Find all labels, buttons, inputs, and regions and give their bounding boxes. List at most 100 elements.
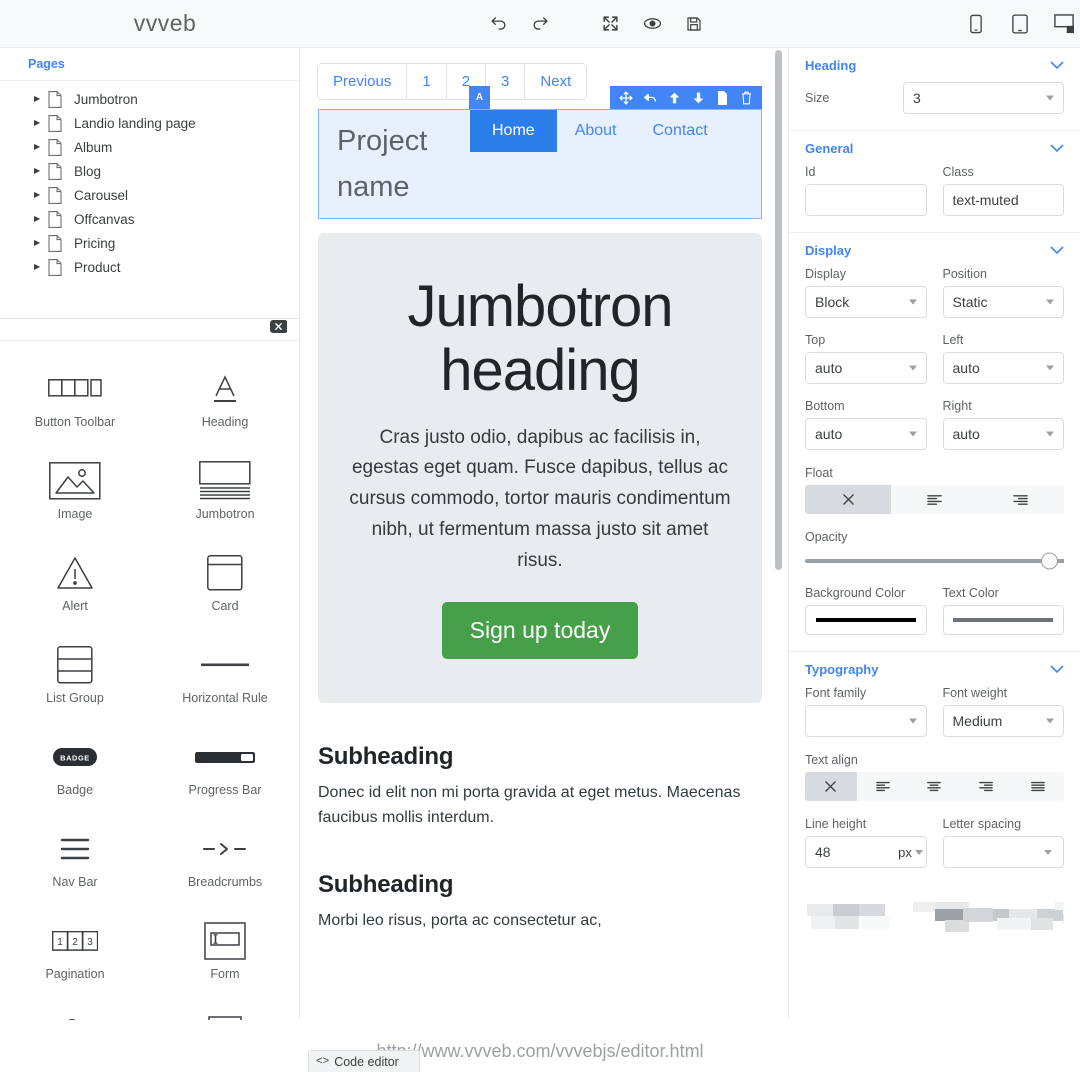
jumbotron-heading[interactable]: Jumbotron heading [348, 275, 732, 403]
text-align-none-icon[interactable] [805, 772, 857, 801]
font-weight-select[interactable]: Medium [942, 705, 1064, 737]
font-family-select[interactable] [805, 705, 927, 737]
copy-icon[interactable] [710, 86, 734, 109]
component-item-heading[interactable]: Heading [150, 355, 300, 447]
float-left-icon[interactable] [891, 485, 977, 514]
bottom-select[interactable]: auto [805, 418, 927, 450]
component-item-button-toolbar[interactable]: Button Toolbar [0, 355, 150, 447]
align-right-icon[interactable] [960, 772, 1012, 801]
text-color-swatch[interactable] [942, 605, 1064, 635]
expand-caret-icon[interactable]: ▶ [34, 143, 48, 151]
subheading-title[interactable]: Subheading [318, 743, 762, 771]
expand-icon[interactable] [592, 8, 628, 40]
align-left-icon[interactable] [857, 772, 909, 801]
pagination-link[interactable]: 1 [407, 64, 447, 99]
display-select[interactable]: Block [805, 286, 927, 318]
subheading-text[interactable]: Morbi leo risus, porta ac consectetur ac… [318, 909, 762, 934]
component-item-badge[interactable]: BADGE Badge [0, 723, 150, 815]
background-color-swatch[interactable] [805, 605, 927, 635]
navbar-link-home[interactable]: Home [470, 110, 557, 152]
pagination-component[interactable]: Previous 1 2 3 Next [318, 64, 587, 99]
delete-icon[interactable] [734, 86, 758, 109]
page-tree-item[interactable]: ▶ Landio landing page [0, 111, 299, 135]
save-icon[interactable] [676, 8, 712, 40]
component-item-progress-bar[interactable]: Progress Bar [150, 723, 300, 815]
page-tree-item[interactable]: ▶ Product [0, 255, 299, 279]
page-tree-item[interactable]: ▶ Offcanvas [0, 207, 299, 231]
page-tree-item[interactable]: ▶ Pricing [0, 231, 299, 255]
component-item-pagination[interactable]: 1 2 3 Pagination [0, 907, 150, 999]
right-select[interactable]: auto [942, 418, 1064, 450]
component-item-jumbotron[interactable]: Jumbotron [150, 447, 300, 539]
top-select[interactable]: auto [805, 352, 927, 384]
expand-caret-icon[interactable]: ▶ [34, 95, 48, 103]
undo-icon[interactable] [480, 8, 516, 40]
navbar-link-about[interactable]: About [557, 110, 635, 152]
component-item-image[interactable]: Image [0, 447, 150, 539]
tablet-icon[interactable] [1002, 8, 1038, 40]
move-down-icon[interactable] [686, 86, 710, 109]
page-tree-item[interactable]: ▶ Carousel [0, 183, 299, 207]
expand-caret-icon[interactable]: ▶ [34, 263, 48, 271]
move-icon[interactable] [614, 86, 638, 109]
chevron-down-icon[interactable] [1050, 662, 1064, 677]
line-height-input[interactable] [805, 836, 896, 868]
id-field[interactable] [805, 184, 927, 216]
section-display-header[interactable]: Display [805, 233, 1064, 267]
line-height-unit-select[interactable]: px [895, 836, 927, 868]
code-editor-tab[interactable]: <> Code editor [308, 1050, 420, 1072]
subheading-title[interactable]: Subheading [318, 871, 762, 899]
left-select[interactable]: auto [942, 352, 1064, 384]
section-general-header[interactable]: General [805, 131, 1064, 165]
chevron-down-icon[interactable] [1050, 243, 1064, 258]
position-select[interactable]: Static [942, 286, 1064, 318]
move-up-icon[interactable] [662, 86, 686, 109]
chevron-down-icon[interactable] [1050, 141, 1064, 156]
page-tree-item[interactable]: ▶ Blog [0, 159, 299, 183]
component-item-card[interactable]: Card [150, 539, 300, 631]
expand-caret-icon[interactable]: ▶ [34, 239, 48, 247]
component-item-form[interactable]: Form [150, 907, 300, 999]
heading-size-select[interactable]: 3 [903, 82, 1064, 114]
class-field[interactable] [942, 184, 1064, 216]
desktop-icon[interactable] [1046, 8, 1080, 40]
section-typography-header[interactable]: Typography [805, 652, 1064, 686]
canvas-scrollbar[interactable] [775, 50, 782, 570]
page-tree-item[interactable]: ▶ Album [0, 135, 299, 159]
jumbotron-component[interactable]: Jumbotron heading Cras justo odio, dapib… [318, 233, 762, 704]
expand-caret-icon[interactable]: ▶ [34, 167, 48, 175]
chevron-down-icon[interactable] [1050, 58, 1064, 73]
jumbotron-paragraph[interactable]: Cras justo odio, dapibus ac facilisis in… [348, 423, 732, 577]
navbar-component[interactable]: Project name Home About Contact [318, 109, 762, 219]
letter-spacing-unit-select[interactable] [1033, 836, 1064, 868]
pagination-link[interactable]: 3 [486, 64, 526, 99]
pagination-link[interactable]: Next [525, 64, 587, 99]
letter-spacing-input[interactable] [942, 836, 1033, 868]
undo-arrow-icon[interactable] [638, 86, 662, 109]
mobile-icon[interactable] [958, 8, 994, 40]
slider-knob[interactable] [1041, 552, 1058, 570]
editor-canvas[interactable]: Previous 1 2 3 Next A Project name Home … [300, 48, 780, 1072]
component-item-alert[interactable]: Alert [0, 539, 150, 631]
expand-caret-icon[interactable]: ▶ [34, 191, 48, 199]
redo-icon[interactable] [522, 8, 558, 40]
close-icon[interactable] [270, 320, 287, 333]
float-right-icon[interactable] [978, 485, 1064, 514]
eye-icon[interactable] [634, 8, 670, 40]
component-item-nav-bar[interactable]: Nav Bar [0, 815, 150, 907]
subheading-text[interactable]: Donec id elit non mi porta gravida at eg… [318, 781, 762, 831]
component-item-breadcrumbs[interactable]: Breadcrumbs [150, 815, 300, 907]
align-center-icon[interactable] [909, 772, 961, 801]
navbar-brand[interactable]: Project name [319, 110, 479, 210]
navbar-link-contact[interactable]: Contact [635, 110, 726, 152]
component-item-list-group[interactable]: List Group [0, 631, 150, 723]
align-justify-icon[interactable] [1012, 772, 1064, 801]
page-tree-item[interactable]: ▶ Jumbotron [0, 87, 299, 111]
float-none-icon[interactable] [805, 485, 892, 514]
sign-up-button[interactable]: Sign up today [441, 602, 639, 660]
component-item-horizontal-rule[interactable]: Horizontal Rule [150, 631, 300, 723]
section-heading-header[interactable]: Heading [805, 48, 1064, 82]
expand-caret-icon[interactable]: ▶ [34, 119, 48, 127]
opacity-slider[interactable] [805, 550, 1064, 572]
expand-caret-icon[interactable]: ▶ [34, 215, 48, 223]
